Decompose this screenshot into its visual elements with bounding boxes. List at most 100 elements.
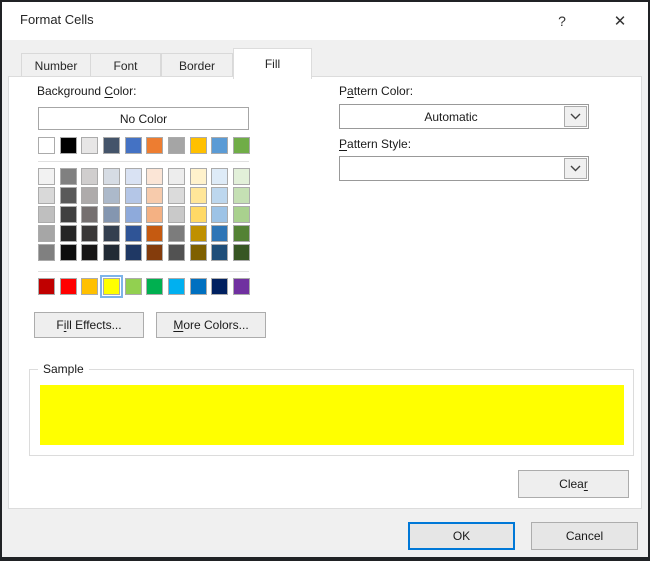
color-swatch[interactable] [190, 187, 207, 204]
color-swatch[interactable] [38, 225, 55, 242]
color-swatch[interactable] [233, 206, 250, 223]
color-swatch[interactable] [125, 137, 142, 154]
tab-border[interactable]: Border [161, 53, 233, 78]
color-swatch[interactable] [233, 225, 250, 242]
color-swatch[interactable] [146, 244, 163, 261]
label-text: ttern Color: [354, 84, 413, 98]
color-swatch[interactable] [103, 278, 120, 295]
clear-button[interactable]: Clear [518, 470, 629, 498]
color-swatch[interactable] [81, 244, 98, 261]
standard-color-row [38, 278, 250, 295]
color-swatch[interactable] [168, 225, 185, 242]
color-swatch[interactable] [60, 278, 77, 295]
color-swatch[interactable] [103, 168, 120, 185]
palette-separator [38, 271, 249, 272]
color-swatch[interactable] [38, 206, 55, 223]
color-swatch[interactable] [190, 225, 207, 242]
color-swatch[interactable] [233, 168, 250, 185]
color-swatch[interactable] [190, 137, 207, 154]
color-swatch[interactable] [146, 206, 163, 223]
color-swatch[interactable] [103, 225, 120, 242]
color-swatch[interactable] [168, 137, 185, 154]
color-swatch[interactable] [125, 187, 142, 204]
color-swatch[interactable] [103, 206, 120, 223]
color-swatch[interactable] [125, 225, 142, 242]
sample-groupbox: Sample [29, 369, 634, 456]
pattern-style-label: Pattern Style: [339, 137, 411, 151]
pattern-style-dropdown-button[interactable] [564, 158, 587, 179]
color-swatch[interactable] [146, 187, 163, 204]
button-accel: M [173, 318, 183, 332]
color-swatch[interactable] [38, 244, 55, 261]
color-swatch[interactable] [190, 244, 207, 261]
label-accel: a [347, 84, 354, 98]
color-swatch[interactable] [60, 225, 77, 242]
color-swatch[interactable] [168, 187, 185, 204]
pattern-color-value: Automatic [340, 105, 562, 128]
pattern-color-dropdown-button[interactable] [564, 106, 587, 127]
help-icon[interactable]: ? [548, 8, 576, 34]
color-swatch[interactable] [211, 206, 228, 223]
color-swatch[interactable] [38, 137, 55, 154]
theme-color-row [38, 137, 250, 154]
color-swatch[interactable] [125, 168, 142, 185]
tab-font[interactable]: Font [90, 53, 161, 78]
color-swatch[interactable] [81, 278, 98, 295]
pattern-color-dropdown[interactable]: Automatic [339, 104, 589, 129]
color-swatch[interactable] [168, 206, 185, 223]
color-swatch[interactable] [168, 168, 185, 185]
color-swatch[interactable] [211, 225, 228, 242]
color-swatch[interactable] [125, 206, 142, 223]
color-swatch[interactable] [103, 137, 120, 154]
tab-number[interactable]: Number [21, 53, 91, 78]
color-swatch[interactable] [233, 137, 250, 154]
cancel-button[interactable]: Cancel [531, 522, 638, 550]
color-swatch[interactable] [146, 137, 163, 154]
ok-button[interactable]: OK [408, 522, 515, 550]
color-swatch[interactable] [103, 187, 120, 204]
fill-effects-button[interactable]: Fill Effects... [34, 312, 144, 338]
variant-color-row [38, 225, 250, 242]
color-swatch[interactable] [81, 137, 98, 154]
color-swatch[interactable] [211, 187, 228, 204]
color-swatch[interactable] [146, 225, 163, 242]
color-swatch[interactable] [38, 278, 55, 295]
button-text: ll Effects... [66, 318, 121, 332]
close-icon[interactable]: ✕ [606, 8, 634, 34]
color-swatch[interactable] [38, 187, 55, 204]
color-swatch[interactable] [81, 187, 98, 204]
color-swatch[interactable] [168, 244, 185, 261]
color-swatch[interactable] [60, 244, 77, 261]
no-color-button[interactable]: No Color [38, 107, 249, 130]
tab-fill[interactable]: Fill [233, 48, 312, 79]
color-swatch[interactable] [60, 206, 77, 223]
more-colors-button[interactable]: More Colors... [156, 312, 266, 338]
color-swatch[interactable] [103, 244, 120, 261]
color-swatch[interactable] [38, 168, 55, 185]
background-color-label: Background Color: [37, 84, 136, 98]
color-swatch[interactable] [211, 137, 228, 154]
color-swatch[interactable] [125, 278, 142, 295]
color-swatch[interactable] [211, 244, 228, 261]
color-swatch[interactable] [60, 187, 77, 204]
color-swatch[interactable] [168, 278, 185, 295]
color-swatch[interactable] [60, 137, 77, 154]
color-swatch[interactable] [81, 225, 98, 242]
color-swatch[interactable] [233, 187, 250, 204]
color-swatch[interactable] [211, 278, 228, 295]
color-swatch[interactable] [81, 206, 98, 223]
color-swatch[interactable] [190, 168, 207, 185]
variant-color-rows [38, 168, 250, 263]
color-swatch[interactable] [81, 168, 98, 185]
color-swatch[interactable] [146, 278, 163, 295]
color-swatch[interactable] [233, 244, 250, 261]
color-swatch[interactable] [125, 244, 142, 261]
color-swatch[interactable] [233, 278, 250, 295]
color-swatch[interactable] [146, 168, 163, 185]
color-swatch[interactable] [60, 168, 77, 185]
color-swatch[interactable] [190, 206, 207, 223]
color-swatch[interactable] [211, 168, 228, 185]
sample-fill-preview [40, 385, 624, 445]
color-swatch[interactable] [190, 278, 207, 295]
pattern-style-dropdown[interactable] [339, 156, 589, 181]
